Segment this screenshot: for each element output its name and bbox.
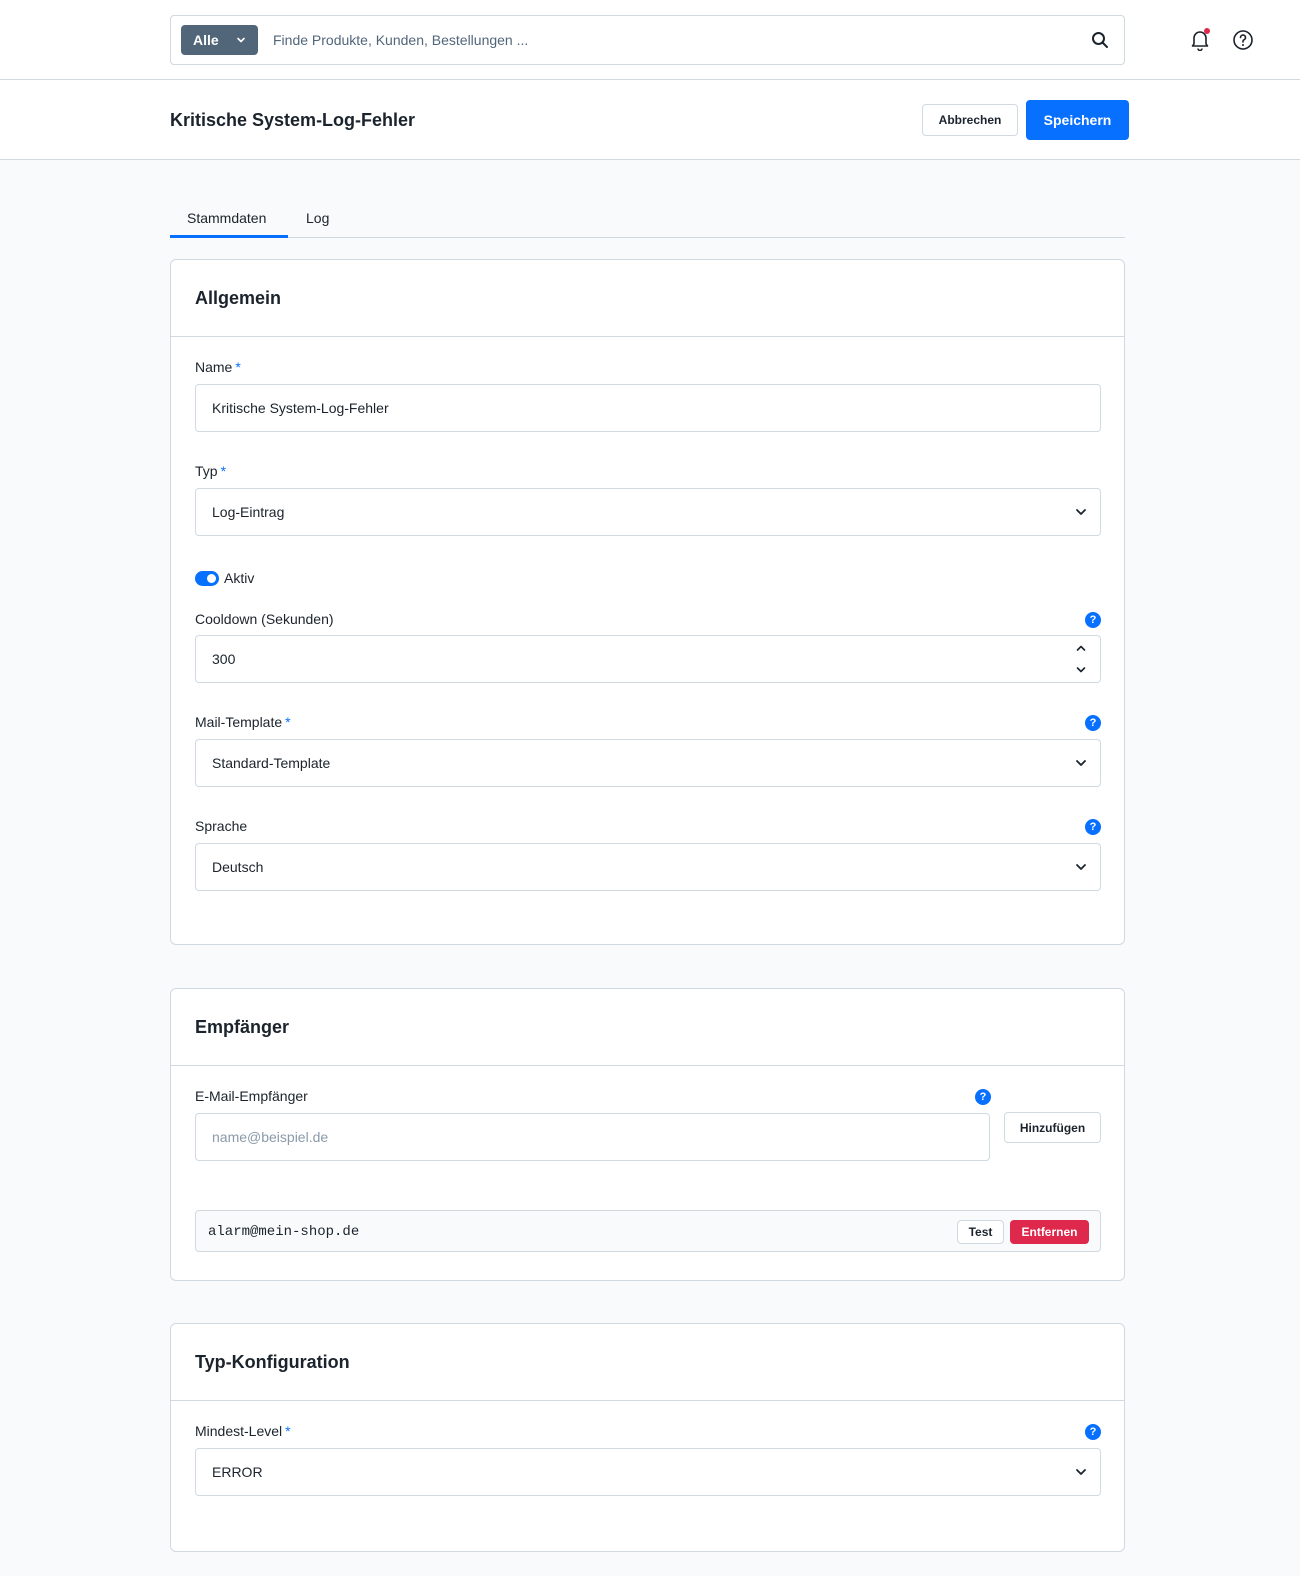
tab-log[interactable]: Log <box>306 210 329 226</box>
save-button[interactable]: Speichern <box>1026 100 1129 140</box>
info-icon[interactable]: ? <box>1085 612 1101 628</box>
level-select[interactable]: ERROR <box>195 1448 1101 1496</box>
search-input[interactable] <box>273 16 1073 64</box>
page-header: Kritische System-Log-Fehler Abbrechen Sp… <box>0 80 1300 160</box>
search-type-dropdown[interactable]: Alle <box>181 25 258 55</box>
required-marker: * <box>285 1423 291 1439</box>
name-field[interactable]: Kritische System-Log-Fehler <box>195 384 1101 432</box>
email-field[interactable] <box>195 1113 990 1161</box>
template-label: Mail-Template * <box>195 714 291 730</box>
global-search: Alle <box>170 15 1125 65</box>
chevron-up-icon[interactable] <box>1074 642 1088 654</box>
chevron-down-icon[interactable] <box>1074 664 1088 676</box>
page-title: Kritische System-Log-Fehler <box>170 110 416 130</box>
tab-bar: Stammdaten Log <box>170 200 1125 238</box>
info-icon[interactable]: ? <box>1085 1424 1101 1440</box>
cooldown-label: Cooldown (Sekunden) <box>195 611 334 627</box>
required-marker: * <box>285 714 291 730</box>
test-button[interactable]: Test <box>957 1220 1004 1244</box>
help-icon[interactable] <box>1231 28 1255 52</box>
info-icon[interactable]: ? <box>975 1089 991 1105</box>
general-card: Allgemein Name * Kritische System-Log-Feh… <box>170 259 1125 945</box>
divider <box>171 1400 1124 1401</box>
number-stepper <box>1074 642 1088 676</box>
cooldown-input[interactable]: 300 <box>195 635 1101 683</box>
required-marker: * <box>220 463 227 479</box>
type-label-text: Typ <box>195 463 218 479</box>
recipient-email: alarm@mein-shop.de <box>208 1224 360 1240</box>
template-value: Standard-Template <box>212 755 331 771</box>
chevron-down-icon <box>1076 1469 1086 1475</box>
name-value: Kritische System-Log-Fehler <box>212 400 389 416</box>
level-label-text: Mindest-Level <box>195 1423 283 1439</box>
info-icon[interactable]: ? <box>1085 819 1101 835</box>
name-label: Name * <box>195 359 241 375</box>
template-select[interactable]: Standard-Template <box>195 739 1101 787</box>
active-label: Aktiv <box>224 570 255 586</box>
top-bar: Alle <box>0 0 1300 80</box>
type-select[interactable]: Log-Eintrag <box>195 488 1101 536</box>
email-label: E-Mail-Empfänger <box>195 1088 308 1104</box>
divider <box>171 1065 1124 1066</box>
template-label-text: Mail-Template <box>195 714 283 730</box>
chevron-down-icon <box>1076 760 1086 766</box>
add-recipient-button[interactable]: Hinzufügen <box>1004 1112 1101 1143</box>
recipient-card-title: Empfänger <box>195 1017 290 1037</box>
tab-stammdaten[interactable]: Stammdaten <box>187 210 266 226</box>
level-value: ERROR <box>212 1464 263 1480</box>
required-marker: * <box>235 359 241 375</box>
remove-button[interactable]: Entfernen <box>1010 1220 1089 1244</box>
toggle-knob <box>207 574 216 583</box>
search-type-label: Alle <box>193 32 219 48</box>
language-label: Sprache <box>195 818 248 834</box>
cancel-button[interactable]: Abbrechen <box>922 104 1018 136</box>
cooldown-value: 300 <box>212 651 236 667</box>
chevron-down-icon <box>236 37 245 43</box>
info-icon[interactable]: ? <box>1085 715 1101 731</box>
general-card-title: Allgemein <box>195 288 282 308</box>
chevron-down-icon <box>1076 864 1086 870</box>
type-config-card: Typ-Konfiguration Mindest-Level * ? ERROR <box>170 1323 1125 1552</box>
name-label-text: Name <box>195 359 233 375</box>
recipient-card: Empfänger E-Mail-Empfänger ? Hinzufügen … <box>170 988 1125 1281</box>
chevron-down-icon <box>1076 509 1086 515</box>
type-config-card-title: Typ-Konfiguration <box>195 1352 350 1372</box>
language-value: Deutsch <box>212 859 264 875</box>
bell-icon[interactable] <box>1188 28 1212 52</box>
level-label: Mindest-Level * <box>195 1423 291 1439</box>
type-label: Typ * <box>195 463 226 479</box>
type-value: Log-Eintrag <box>212 504 285 520</box>
active-tab-indicator <box>170 235 288 238</box>
active-toggle[interactable] <box>195 571 219 586</box>
notification-dot <box>1204 28 1210 34</box>
language-select[interactable]: Deutsch <box>195 843 1101 891</box>
divider <box>171 336 1124 337</box>
recipient-row: alarm@mein-shop.de Test Entfernen <box>195 1210 1101 1252</box>
search-icon[interactable] <box>1090 30 1110 50</box>
